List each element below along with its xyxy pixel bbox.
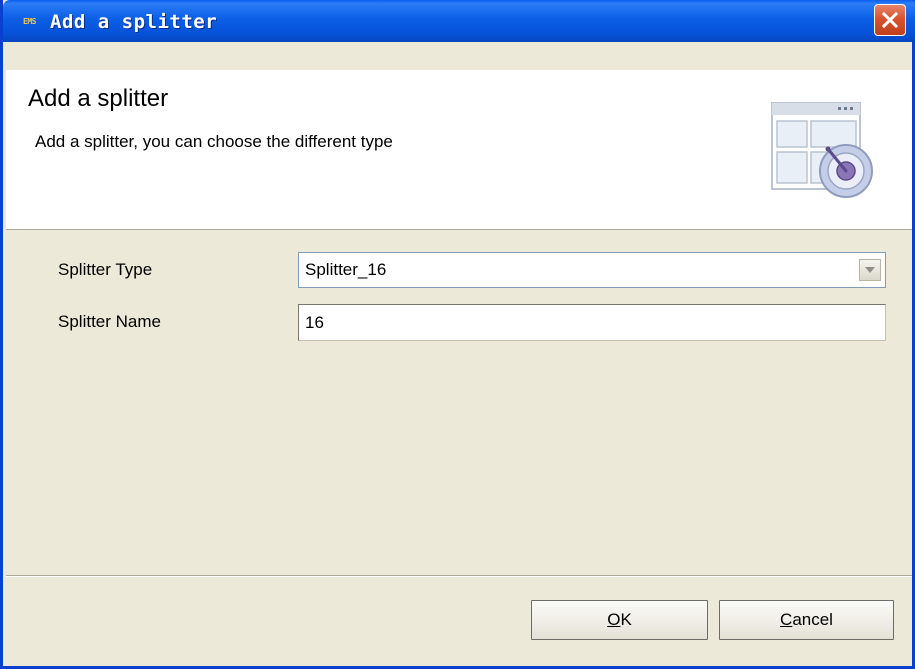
header-description: Add a splitter, you can choose the diffe… (35, 132, 393, 151)
splitter-name-field[interactable] (298, 304, 886, 341)
title-bar[interactable]: EMS Add a splitter (3, 0, 915, 42)
splitter-type-label: Splitter Type (58, 260, 153, 279)
window-layout-dial-icon (771, 102, 873, 198)
app-icon: EMS (23, 17, 36, 26)
close-button[interactable] (874, 4, 906, 36)
dialog-window: EMS Add a splitter Add a splitter Add a … (0, 0, 915, 669)
header-title: Add a splitter (28, 85, 169, 112)
splitter-name-label: Splitter Name (58, 312, 161, 331)
wizard-header: Add a splitter Add a splitter, you can c… (6, 70, 912, 230)
splitter-type-select[interactable]: Splitter_16 (298, 252, 886, 288)
footer-separator (6, 575, 912, 577)
splitter-name-input[interactable] (299, 305, 885, 340)
cancel-mnemonic: C (780, 610, 793, 629)
ok-label-rest: K (620, 610, 632, 629)
ok-button[interactable]: OK (531, 600, 708, 640)
splitter-type-value: Splitter_16 (305, 260, 387, 279)
cancel-label-rest: ancel (792, 610, 833, 629)
close-icon (881, 11, 899, 29)
chevron-down-icon (865, 267, 875, 273)
window-title: Add a splitter (50, 11, 218, 33)
ok-mnemonic: O (607, 610, 621, 629)
dropdown-button[interactable] (859, 259, 881, 281)
cancel-button[interactable]: Cancel (719, 600, 894, 640)
